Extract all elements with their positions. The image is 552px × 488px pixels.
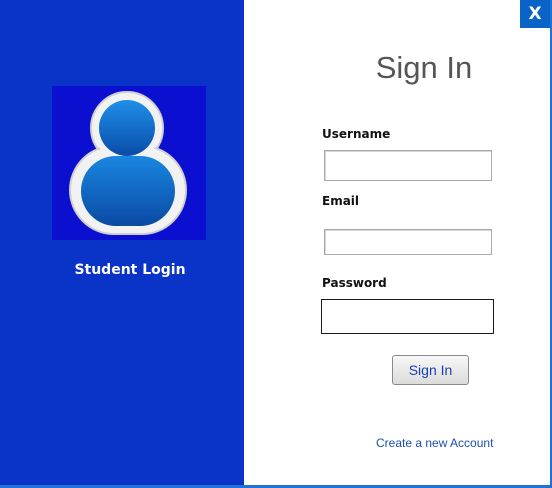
page-title: Sign In (375, 50, 473, 85)
avatar (52, 86, 206, 240)
sidebar-panel: Student Login (0, 0, 244, 485)
email-label: Email (322, 194, 360, 208)
email-input[interactable] (324, 229, 492, 255)
password-input[interactable] (321, 299, 494, 334)
close-button[interactable]: X (520, 0, 550, 28)
login-window: Student Login X Sign In Username Email P… (0, 0, 552, 488)
username-input[interactable] (324, 150, 492, 181)
user-silhouette-icon (69, 91, 187, 235)
create-account-link[interactable]: Create a new Account (376, 436, 493, 450)
password-label: Password (322, 276, 387, 290)
username-label: Username (322, 127, 391, 141)
sign-in-button[interactable]: Sign In (392, 355, 469, 385)
sidebar-caption: Student Login (74, 262, 186, 278)
